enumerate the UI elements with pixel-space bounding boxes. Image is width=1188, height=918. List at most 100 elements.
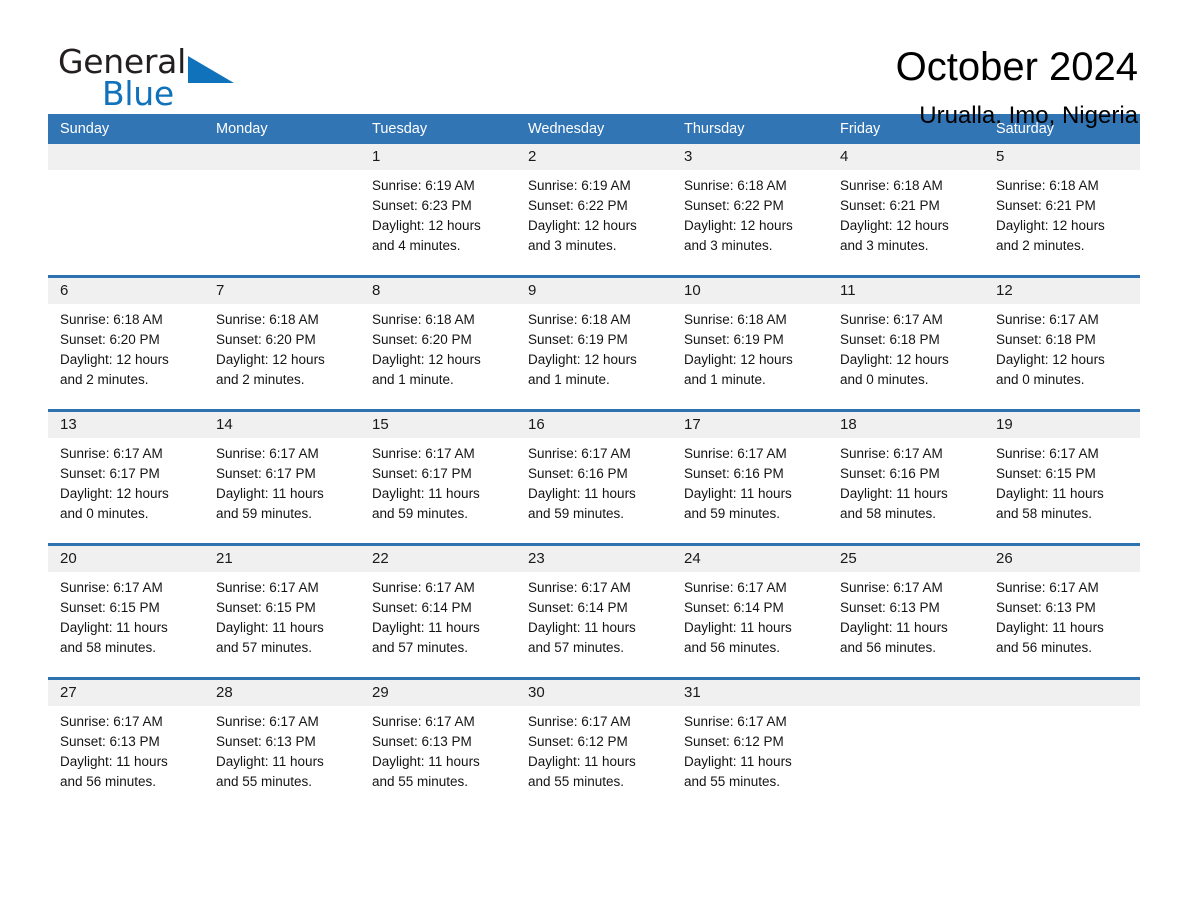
day-cell[interactable]: Sunrise: 6:17 AM Sunset: 6:13 PM Dayligh… [828,572,984,677]
day-number[interactable]: 18 [828,412,984,438]
day-number[interactable]: 29 [360,680,516,706]
day-number[interactable]: 4 [828,144,984,170]
day-number[interactable]: 17 [672,412,828,438]
day-cell[interactable]: Sunrise: 6:17 AM Sunset: 6:17 PM Dayligh… [48,438,204,543]
generalblue-logo[interactable]: General Blue [48,44,248,111]
daylight-text-1: Daylight: 11 hours [372,754,480,769]
sunset-text: Sunset: 6:15 PM [60,600,160,615]
daylight-text-1: Daylight: 12 hours [996,352,1105,367]
day-cell[interactable]: Sunrise: 6:17 AM Sunset: 6:18 PM Dayligh… [984,304,1140,409]
day-number[interactable]: 11 [828,278,984,304]
daylight-text-1: Daylight: 12 hours [60,352,169,367]
day-cell[interactable]: Sunrise: 6:18 AM Sunset: 6:20 PM Dayligh… [360,304,516,409]
day-cell[interactable]: Sunrise: 6:18 AM Sunset: 6:21 PM Dayligh… [828,170,984,275]
day-number[interactable]: 23 [516,546,672,572]
day-number[interactable]: 6 [48,278,204,304]
day-number[interactable]: 26 [984,546,1140,572]
day-cell[interactable]: Sunrise: 6:17 AM Sunset: 6:15 PM Dayligh… [204,572,360,677]
day-number[interactable]: 9 [516,278,672,304]
day-cell[interactable]: Sunrise: 6:17 AM Sunset: 6:16 PM Dayligh… [828,438,984,543]
day-cell[interactable] [828,706,984,811]
day-number[interactable]: 1 [360,144,516,170]
day-number[interactable]: 7 [204,278,360,304]
day-cell[interactable]: Sunrise: 6:17 AM Sunset: 6:16 PM Dayligh… [672,438,828,543]
sunset-text: Sunset: 6:22 PM [684,198,784,213]
day-cell[interactable]: Sunrise: 6:17 AM Sunset: 6:13 PM Dayligh… [360,706,516,811]
day-number[interactable]: 13 [48,412,204,438]
day-number[interactable] [828,680,984,706]
day-cell[interactable]: Sunrise: 6:17 AM Sunset: 6:12 PM Dayligh… [672,706,828,811]
day-number[interactable] [984,680,1140,706]
daylight-text-1: Daylight: 11 hours [528,754,636,769]
day-cell[interactable]: Sunrise: 6:19 AM Sunset: 6:23 PM Dayligh… [360,170,516,275]
day-cell[interactable]: Sunrise: 6:17 AM Sunset: 6:12 PM Dayligh… [516,706,672,811]
day-cell[interactable]: Sunrise: 6:17 AM Sunset: 6:13 PM Dayligh… [984,572,1140,677]
day-number[interactable]: 5 [984,144,1140,170]
sunrise-text: Sunrise: 6:17 AM [840,312,943,327]
daylight-text-1: Daylight: 11 hours [216,754,324,769]
day-number[interactable]: 15 [360,412,516,438]
logo-triangle-icon [188,56,234,83]
day-number[interactable] [48,144,204,170]
day-number[interactable]: 25 [828,546,984,572]
sunrise-text: Sunrise: 6:17 AM [996,580,1099,595]
day-number[interactable]: 19 [984,412,1140,438]
day-number[interactable]: 16 [516,412,672,438]
day-cell[interactable]: Sunrise: 6:18 AM Sunset: 6:19 PM Dayligh… [672,304,828,409]
day-number[interactable]: 3 [672,144,828,170]
daylight-text-2: and 58 minutes. [840,506,937,521]
daylight-text-1: Daylight: 11 hours [372,620,480,635]
day-cell[interactable] [984,706,1140,811]
sunrise-text: Sunrise: 6:17 AM [684,714,787,729]
sunrise-text: Sunrise: 6:17 AM [372,580,475,595]
day-cell[interactable]: Sunrise: 6:18 AM Sunset: 6:21 PM Dayligh… [984,170,1140,275]
day-cell[interactable]: Sunrise: 6:17 AM Sunset: 6:15 PM Dayligh… [984,438,1140,543]
sunrise-text: Sunrise: 6:17 AM [528,714,631,729]
day-number-band: 13 14 15 16 17 18 19 [48,412,1140,438]
daylight-text-1: Daylight: 11 hours [840,620,948,635]
day-number-band: 20 21 22 23 24 25 26 [48,546,1140,572]
day-cell[interactable] [48,170,204,275]
day-cell[interactable]: Sunrise: 6:18 AM Sunset: 6:22 PM Dayligh… [672,170,828,275]
day-cell[interactable]: Sunrise: 6:17 AM Sunset: 6:14 PM Dayligh… [516,572,672,677]
daylight-text-1: Daylight: 11 hours [528,486,636,501]
daylight-text-1: Daylight: 12 hours [684,218,793,233]
day-cell[interactable]: Sunrise: 6:17 AM Sunset: 6:14 PM Dayligh… [360,572,516,677]
day-number[interactable]: 30 [516,680,672,706]
day-number[interactable]: 21 [204,546,360,572]
day-number[interactable]: 31 [672,680,828,706]
day-number[interactable] [204,144,360,170]
sunrise-text: Sunrise: 6:17 AM [60,446,163,461]
day-cell[interactable]: Sunrise: 6:18 AM Sunset: 6:20 PM Dayligh… [48,304,204,409]
day-number[interactable]: 14 [204,412,360,438]
day-cell[interactable] [204,170,360,275]
day-cell[interactable]: Sunrise: 6:17 AM Sunset: 6:13 PM Dayligh… [204,706,360,811]
day-cell[interactable]: Sunrise: 6:17 AM Sunset: 6:13 PM Dayligh… [48,706,204,811]
daylight-text-2: and 55 minutes. [216,774,313,789]
day-number[interactable]: 20 [48,546,204,572]
weekday-header-wednesday: Wednesday [528,121,605,137]
day-cell[interactable]: Sunrise: 6:19 AM Sunset: 6:22 PM Dayligh… [516,170,672,275]
day-cell[interactable]: Sunrise: 6:17 AM Sunset: 6:16 PM Dayligh… [516,438,672,543]
day-number[interactable]: 28 [204,680,360,706]
day-number[interactable]: 8 [360,278,516,304]
day-cell[interactable]: Sunrise: 6:18 AM Sunset: 6:19 PM Dayligh… [516,304,672,409]
sunset-text: Sunset: 6:16 PM [840,466,940,481]
daylight-text-1: Daylight: 11 hours [60,754,168,769]
day-cell[interactable]: Sunrise: 6:17 AM Sunset: 6:14 PM Dayligh… [672,572,828,677]
day-number[interactable]: 12 [984,278,1140,304]
daylight-text-2: and 1 minute. [528,372,610,387]
day-number[interactable]: 24 [672,546,828,572]
day-cell[interactable]: Sunrise: 6:18 AM Sunset: 6:20 PM Dayligh… [204,304,360,409]
day-number[interactable]: 27 [48,680,204,706]
day-number[interactable]: 2 [516,144,672,170]
day-cell[interactable]: Sunrise: 6:17 AM Sunset: 6:17 PM Dayligh… [204,438,360,543]
daylight-text-2: and 3 minutes. [528,238,617,253]
day-number[interactable]: 22 [360,546,516,572]
daylight-text-1: Daylight: 11 hours [528,620,636,635]
day-number-band: 6 7 8 9 10 11 12 [48,278,1140,304]
day-number[interactable]: 10 [672,278,828,304]
day-cell[interactable]: Sunrise: 6:17 AM Sunset: 6:15 PM Dayligh… [48,572,204,677]
day-cell[interactable]: Sunrise: 6:17 AM Sunset: 6:17 PM Dayligh… [360,438,516,543]
day-cell[interactable]: Sunrise: 6:17 AM Sunset: 6:18 PM Dayligh… [828,304,984,409]
